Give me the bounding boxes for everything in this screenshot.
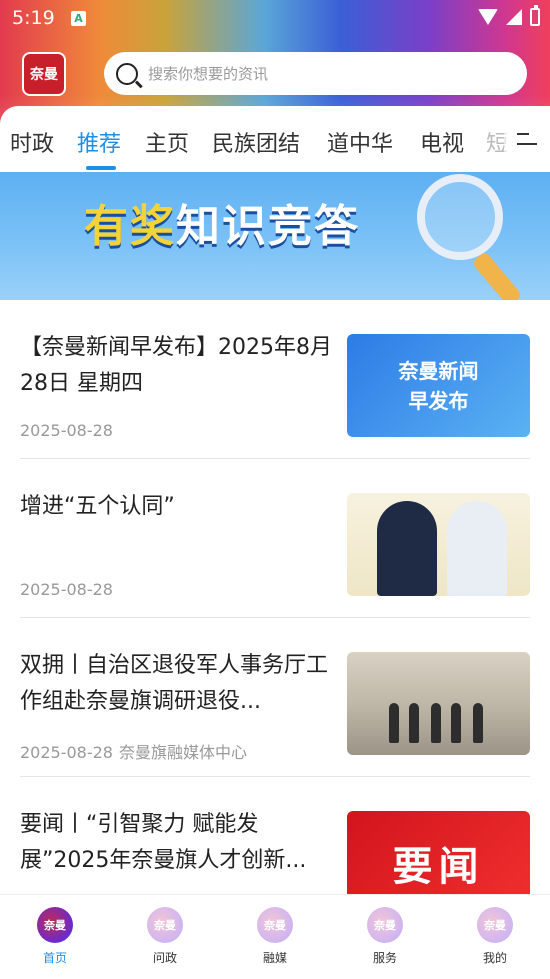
photo-figure (409, 703, 419, 743)
nav-media[interactable]: 奈曼 融媒 (220, 895, 330, 979)
tab-current-affairs[interactable]: 时政 (10, 126, 54, 158)
photo-figure (451, 703, 461, 743)
news-meta: 2025-08-28 奈曼旗融媒体中心 (20, 739, 247, 763)
tab-home[interactable]: 主页 (145, 126, 189, 158)
photo-figure (389, 703, 399, 743)
bottom-navigation: 奈曼 首页 奈曼 问政 奈曼 融媒 奈曼 服务 奈曼 我的 (0, 894, 550, 979)
news-item[interactable]: 【奈曼新闻早发布】2025年8月28日 星期四 2025-08-28 奈曼新闻 … (20, 300, 530, 459)
nav-label: 融媒 (262, 951, 287, 965)
category-tabs: 时政 推荐 主页 民族团结 道中华 电视 短 (0, 106, 550, 172)
magnifier-icon (417, 174, 503, 260)
wifi-icon (478, 9, 498, 25)
thumbnail-text: 奈曼新闻 (398, 358, 479, 383)
quiz-banner[interactable]: 有奖知识竞答 (0, 172, 550, 300)
news-title: 双拥丨自治区退役军人事务厅工作组赴奈曼旗调研退役... (20, 653, 329, 714)
app-logo-text: 奈曼 (30, 67, 58, 83)
thumbnail-text: 要闻 (392, 843, 485, 890)
service-icon: 奈曼 (367, 907, 403, 943)
status-icons (478, 5, 540, 26)
banner-title: 有奖知识竞答 (84, 190, 360, 254)
cartoon-man-figure (377, 501, 437, 596)
menu-line-icon (517, 143, 537, 145)
news-thumbnail (347, 652, 530, 755)
banner-title-gold: 有奖 (84, 201, 176, 252)
search-placeholder: 搜索你想要的资讯 (148, 65, 269, 83)
news-thumbnail: 奈曼新闻 早发布 (347, 334, 530, 437)
battery-icon (530, 5, 540, 26)
news-title: 增进“五个认同” (20, 494, 175, 519)
nav-service[interactable]: 奈曼 服务 (330, 895, 440, 979)
banner-title-white: 知识竞答 (176, 201, 360, 252)
nav-label: 服务 (372, 951, 397, 965)
menu-line-icon (517, 133, 529, 135)
news-date: 2025-08-28 (20, 421, 113, 440)
nav-profile[interactable]: 奈曼 我的 (440, 895, 550, 979)
search-bar[interactable]: 搜索你想要的资讯 (104, 52, 527, 95)
thumbnail-text: 早发布 (408, 388, 469, 413)
news-meta: 2025-08-28 (20, 421, 113, 440)
tab-ethnic-unity[interactable]: 民族团结 (212, 126, 300, 158)
news-thumbnail (347, 493, 530, 596)
nav-inquiry[interactable]: 奈曼 问政 (110, 895, 220, 979)
cartoon-woman-figure (447, 501, 507, 596)
tab-menu-button[interactable] (504, 106, 550, 172)
search-icon (116, 62, 138, 85)
news-source: 奈曼旗融媒体中心 (118, 743, 247, 762)
media-icon: 奈曼 (257, 907, 293, 943)
magnifier-handle (471, 250, 523, 300)
news-item[interactable]: 双拥丨自治区退役军人事务厅工作组赴奈曼旗调研退役... 2025-08-28 奈曼… (20, 618, 530, 777)
inquiry-icon: 奈曼 (147, 907, 183, 943)
tab-daozhonghua[interactable]: 道中华 (327, 126, 393, 158)
news-title: 要闻丨“引智聚力 赋能发展”2025年奈曼旗人才创新... (20, 812, 307, 873)
tab-tv[interactable]: 电视 (420, 126, 464, 158)
nav-label: 问政 (152, 951, 177, 965)
news-date: 2025-08-28 (20, 743, 113, 762)
photo-figure (431, 703, 441, 743)
photo-figure (473, 703, 483, 743)
signal-icon (506, 9, 522, 25)
active-tab-indicator (86, 166, 116, 170)
news-item[interactable]: 增进“五个认同” 2025-08-28 (20, 459, 530, 618)
home-icon: 奈曼 (37, 907, 73, 943)
news-date: 2025-08-28 (20, 580, 113, 599)
notification-app-icon: A (71, 11, 86, 26)
app-logo[interactable]: 奈曼 (22, 52, 66, 96)
news-meta: 2025-08-28 (20, 580, 113, 599)
status-bar: 5:19 A (0, 0, 550, 36)
nav-label: 我的 (482, 951, 507, 965)
app-screen: 5:19 A 奈曼 搜索你想要的资讯 时政 推荐 主页 民族团结 道中华 电视 … (0, 0, 550, 979)
profile-icon: 奈曼 (477, 907, 513, 943)
news-title: 【奈曼新闻早发布】2025年8月28日 星期四 (20, 335, 332, 396)
tab-recommended[interactable]: 推荐 (77, 126, 121, 158)
nav-label: 首页 (42, 951, 67, 965)
status-time: 5:19 (12, 7, 55, 29)
nav-home[interactable]: 奈曼 首页 (0, 895, 110, 979)
